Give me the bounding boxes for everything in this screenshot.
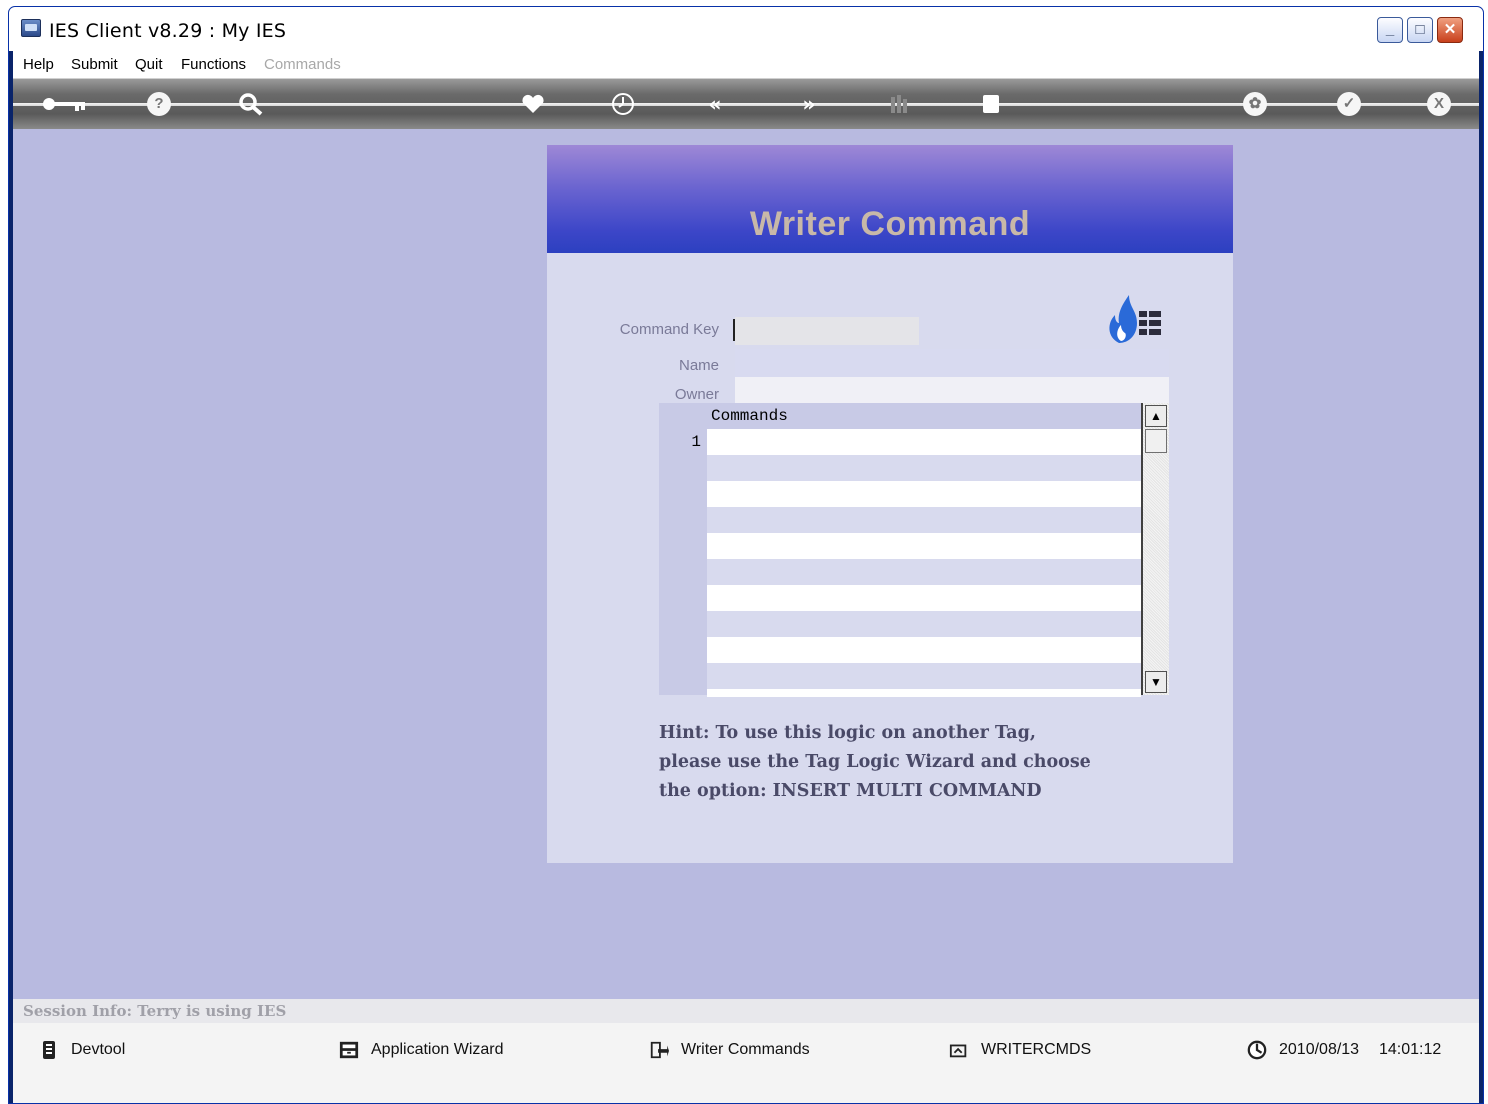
table-row[interactable] <box>707 611 1141 637</box>
search-icon[interactable] <box>237 91 265 117</box>
forward-icon[interactable]: » <box>795 91 823 117</box>
commands-column-header: Commands <box>711 407 788 425</box>
command-key-input[interactable] <box>735 317 919 345</box>
clock-icon[interactable] <box>609 91 637 117</box>
title-bar: IES Client v8.29 : My IES _ □ ✕ <box>9 7 1483 51</box>
scroll-down-icon[interactable]: ▼ <box>1145 671 1167 693</box>
recycle-icon[interactable]: ✿ <box>1243 92 1267 116</box>
status-label: WRITERCMDS <box>981 1041 1092 1058</box>
hint-line: Hint: To use this logic on another Tag, <box>659 723 1036 743</box>
devtool-icon <box>43 1041 55 1059</box>
app-icon <box>21 19 41 37</box>
key-icon[interactable] <box>41 91 89 117</box>
table-row[interactable] <box>707 533 1141 559</box>
session-info-bar: Session Info: Terry is using IES <box>13 999 1479 1023</box>
dialog-header: Writer Command <box>547 145 1233 253</box>
text-cursor <box>733 319 735 341</box>
close-icon[interactable]: X <box>1427 92 1451 116</box>
heart-icon[interactable] <box>519 91 547 117</box>
owner-label: Owner <box>674 386 719 403</box>
app-window: IES Client v8.29 : My IES _ □ ✕ Help Sub… <box>8 6 1484 1104</box>
workspace: Writer Command Command Key Name Owner Co… <box>13 129 1479 999</box>
hint-line: please use the Tag Logic Wizard and choo… <box>659 752 1091 772</box>
hint-text: Hint: To use this logic on another Tag, … <box>659 719 1119 806</box>
status-time: 14:01:12 <box>1379 1041 1442 1058</box>
writer-icon <box>650 1041 669 1059</box>
close-button[interactable]: ✕ <box>1437 17 1463 43</box>
menu-commands: Commands <box>264 56 341 73</box>
commands-rows: 1 <box>691 429 1141 697</box>
row-number: 1 <box>691 433 701 451</box>
toolbar: ? « » ✿ ✓ X <box>13 79 1479 129</box>
owner-input[interactable] <box>735 377 1169 405</box>
columns-icon[interactable] <box>885 91 913 117</box>
table-row[interactable] <box>707 689 1141 697</box>
scroll-up-icon[interactable]: ▲ <box>1145 405 1167 427</box>
hint-line: the option: INSERT MULTI COMMAND <box>659 781 1042 801</box>
status-date: 2010/08/13 <box>1279 1041 1360 1058</box>
name-input[interactable] <box>735 349 1169 377</box>
command-key-label: Command Key <box>619 321 719 338</box>
scroll-thumb[interactable] <box>1145 429 1167 453</box>
maximize-button[interactable]: □ <box>1407 17 1433 43</box>
window-title: IES Client v8.29 : My IES <box>49 20 287 42</box>
menu-help[interactable]: Help <box>23 56 54 73</box>
table-row[interactable] <box>707 481 1141 507</box>
commands-scrollbar[interactable]: ▲ ▼ <box>1141 403 1169 695</box>
back-icon[interactable]: « <box>701 91 729 117</box>
table-row[interactable] <box>707 455 1141 481</box>
clock-icon <box>1247 1040 1267 1060</box>
table-row[interactable] <box>707 585 1141 611</box>
status-label: Writer Commands <box>681 1041 810 1058</box>
menu-quit[interactable]: Quit <box>135 56 163 73</box>
tag-icon <box>949 1044 967 1058</box>
session-info-text: Session Info: Terry is using IES <box>23 1002 287 1020</box>
stop-icon[interactable] <box>977 91 1005 117</box>
table-row[interactable]: 1 <box>691 429 1141 455</box>
flame-grid-logo <box>1109 295 1161 343</box>
dialog-title: Writer Command <box>749 205 1031 243</box>
help-icon[interactable]: ? <box>147 92 171 116</box>
status-bar: Devtool Application Wizard Writer Comman… <box>13 1023 1479 1103</box>
menu-submit[interactable]: Submit <box>71 56 118 73</box>
table-row[interactable] <box>707 507 1141 533</box>
writer-command-dialog: Writer Command Command Key Name Owner Co… <box>547 145 1233 863</box>
table-row[interactable] <box>707 663 1141 689</box>
minimize-button[interactable]: _ <box>1377 17 1403 43</box>
table-row[interactable] <box>707 559 1141 585</box>
table-row[interactable] <box>707 637 1141 663</box>
name-label: Name <box>678 357 719 374</box>
menu-functions[interactable]: Functions <box>181 56 246 73</box>
status-label: Devtool <box>71 1041 126 1058</box>
status-label: Application Wizard <box>371 1041 504 1058</box>
check-icon[interactable]: ✓ <box>1337 92 1361 116</box>
wizard-icon <box>339 1041 359 1059</box>
menu-bar: Help Submit Quit Functions Commands <box>13 51 1479 79</box>
commands-grid: Commands 1 ▲ ▼ <box>659 403 1169 697</box>
